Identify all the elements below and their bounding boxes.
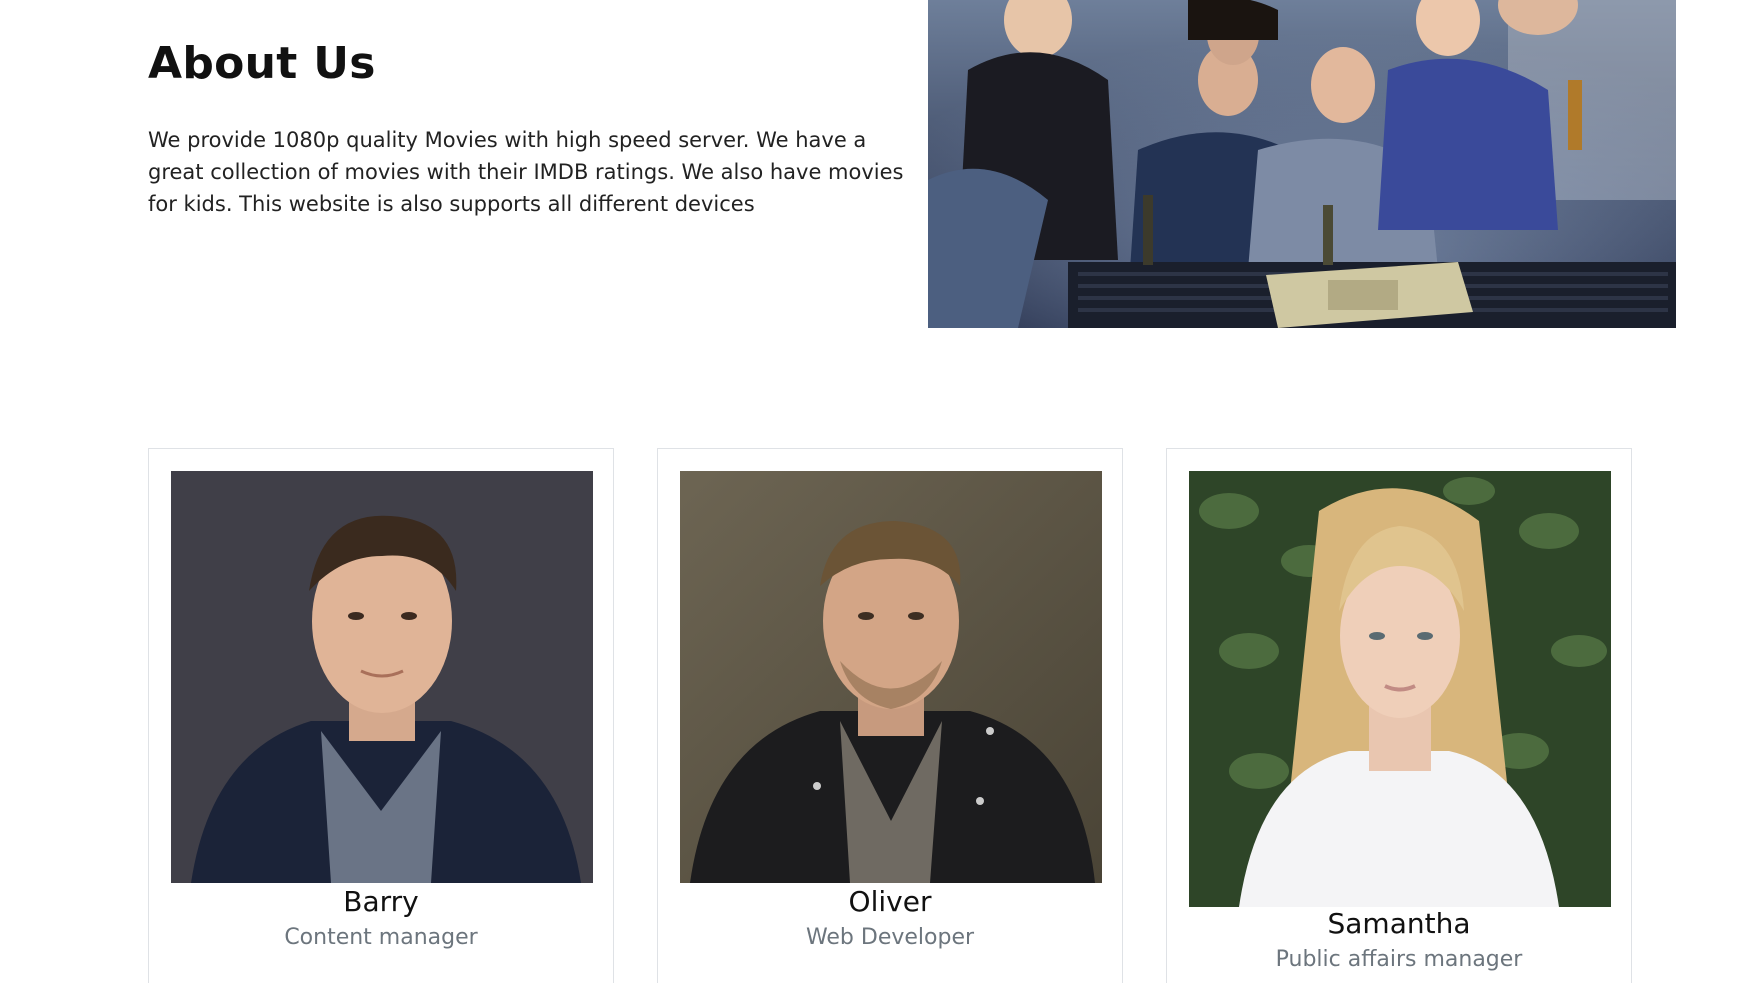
team-card-samantha: Samantha Public affairs manager <box>1166 448 1632 983</box>
oliver-photo <box>680 471 1102 883</box>
oliver-name: Oliver <box>848 885 932 918</box>
oliver-role: Web Developer <box>805 925 975 950</box>
barry-photo <box>171 471 593 883</box>
barry-name: Barry <box>343 885 419 918</box>
friends-watching-tv-image <box>928 0 1676 328</box>
barry-role: Content manager <box>284 925 478 950</box>
about-title: About Us <box>148 38 376 89</box>
samantha-photo <box>1189 471 1611 907</box>
about-page: About Us We provide 1080p quality Movies… <box>0 0 1742 983</box>
team-card-oliver: Oliver Web Developer <box>657 448 1123 983</box>
team-card-barry: Barry Content manager <box>148 448 614 983</box>
samantha-role: Public affairs manager <box>1275 947 1523 972</box>
samantha-name: Samantha <box>1327 907 1471 940</box>
about-description: We provide 1080p quality Movies with hig… <box>148 128 904 216</box>
